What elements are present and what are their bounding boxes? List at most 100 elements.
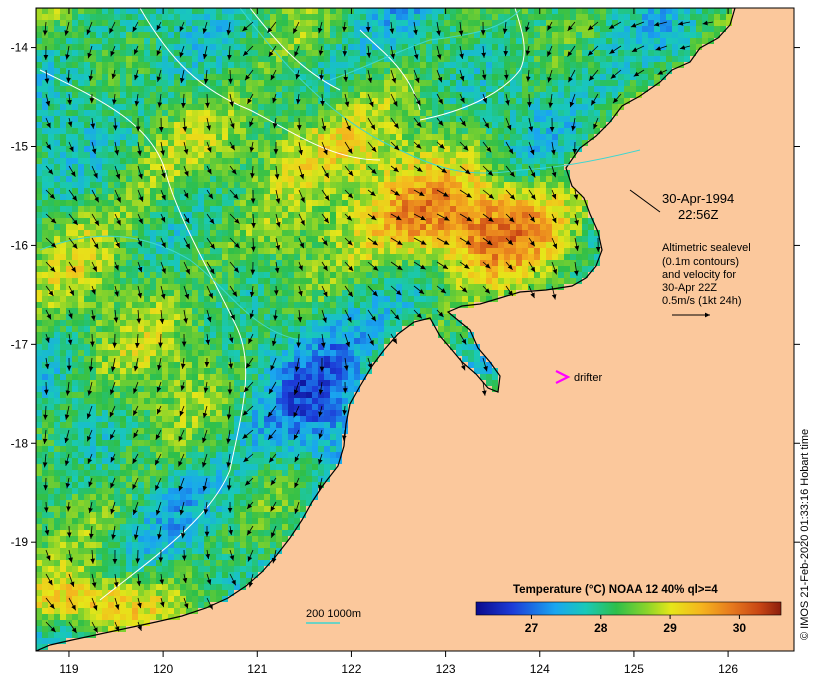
sst-pixel	[240, 56, 246, 62]
sst-pixel	[522, 158, 528, 164]
sst-pixel	[264, 86, 270, 92]
sst-pixel	[552, 68, 558, 74]
sst-pixel	[294, 314, 300, 320]
sst-pixel	[222, 68, 228, 74]
sst-pixel	[510, 158, 516, 164]
sst-pixel	[192, 38, 198, 44]
sst-pixel	[324, 236, 330, 242]
sst-pixel	[210, 254, 216, 260]
sst-pixel	[54, 80, 60, 86]
sst-pixel	[576, 116, 582, 122]
sst-pixel	[324, 230, 330, 236]
sst-pixel	[540, 248, 546, 254]
sst-pixel	[54, 134, 60, 140]
sst-pixel	[522, 110, 528, 116]
sst-pixel	[282, 236, 288, 242]
sst-pixel	[246, 296, 252, 302]
sst-pixel	[702, 26, 708, 32]
sst-pixel	[540, 278, 546, 284]
sst-pixel	[426, 44, 432, 50]
sst-pixel	[72, 32, 78, 38]
sst-pixel	[618, 14, 624, 20]
sst-pixel	[420, 308, 426, 314]
sst-pixel	[90, 104, 96, 110]
sst-pixel	[48, 116, 54, 122]
sst-pixel	[312, 224, 318, 230]
sst-pixel	[636, 62, 642, 68]
sst-pixel	[168, 32, 174, 38]
sst-pixel	[132, 116, 138, 122]
sst-pixel	[432, 92, 438, 98]
sst-pixel	[384, 110, 390, 116]
sst-pixel	[84, 212, 90, 218]
sst-pixel	[378, 248, 384, 254]
sst-pixel	[636, 74, 642, 80]
sst-pixel	[432, 266, 438, 272]
sst-pixel	[678, 38, 684, 44]
sst-pixel	[222, 110, 228, 116]
sst-pixel	[192, 278, 198, 284]
sst-pixel	[546, 170, 552, 176]
sst-pixel	[462, 68, 468, 74]
sst-pixel	[264, 212, 270, 218]
sst-pixel	[528, 242, 534, 248]
sst-pixel	[384, 182, 390, 188]
sst-pixel	[54, 26, 60, 32]
sst-pixel	[474, 44, 480, 50]
sst-pixel	[120, 206, 126, 212]
sst-pixel	[60, 272, 66, 278]
sst-pixel	[420, 206, 426, 212]
sst-pixel	[474, 254, 480, 260]
sst-pixel	[414, 218, 420, 224]
sst-pixel	[36, 296, 42, 302]
sst-pixel	[540, 266, 546, 272]
sst-pixel	[456, 230, 462, 236]
sst-pixel	[294, 14, 300, 20]
sst-pixel	[318, 194, 324, 200]
sst-pixel	[432, 14, 438, 20]
sst-pixel	[474, 248, 480, 254]
sst-pixel	[594, 110, 600, 116]
sst-pixel	[78, 134, 84, 140]
sst-pixel	[282, 212, 288, 218]
sst-pixel	[408, 224, 414, 230]
sst-pixel	[540, 56, 546, 62]
sst-pixel	[168, 110, 174, 116]
sst-pixel	[78, 296, 84, 302]
sst-pixel	[318, 302, 324, 308]
sst-pixel	[186, 20, 192, 26]
sst-pixel	[660, 62, 666, 68]
sst-pixel	[492, 266, 498, 272]
sst-pixel	[96, 122, 102, 128]
sst-pixel	[174, 260, 180, 266]
sst-pixel	[408, 74, 414, 80]
sst-pixel	[372, 260, 378, 266]
sst-pixel	[342, 188, 348, 194]
sst-pixel	[102, 134, 108, 140]
sst-pixel	[540, 158, 546, 164]
sst-pixel	[474, 224, 480, 230]
sst-pixel	[96, 116, 102, 122]
sst-pixel	[36, 56, 42, 62]
sst-pixel	[354, 248, 360, 254]
sst-pixel	[438, 272, 444, 278]
sst-pixel	[534, 224, 540, 230]
sst-pixel	[84, 8, 90, 14]
sst-pixel	[468, 230, 474, 236]
sst-pixel	[360, 314, 366, 320]
sst-pixel	[432, 50, 438, 56]
sst-pixel	[426, 230, 432, 236]
sst-pixel	[246, 44, 252, 50]
sst-pixel	[228, 158, 234, 164]
sst-pixel	[210, 206, 216, 212]
sst-pixel	[174, 212, 180, 218]
sst-pixel	[408, 242, 414, 248]
sst-pixel	[360, 44, 366, 50]
sst-pixel	[582, 236, 588, 242]
sst-pixel	[216, 296, 222, 302]
sst-pixel	[348, 176, 354, 182]
sst-pixel	[342, 266, 348, 272]
sst-pixel	[276, 254, 282, 260]
sst-pixel	[510, 140, 516, 146]
sst-pixel	[78, 68, 84, 74]
